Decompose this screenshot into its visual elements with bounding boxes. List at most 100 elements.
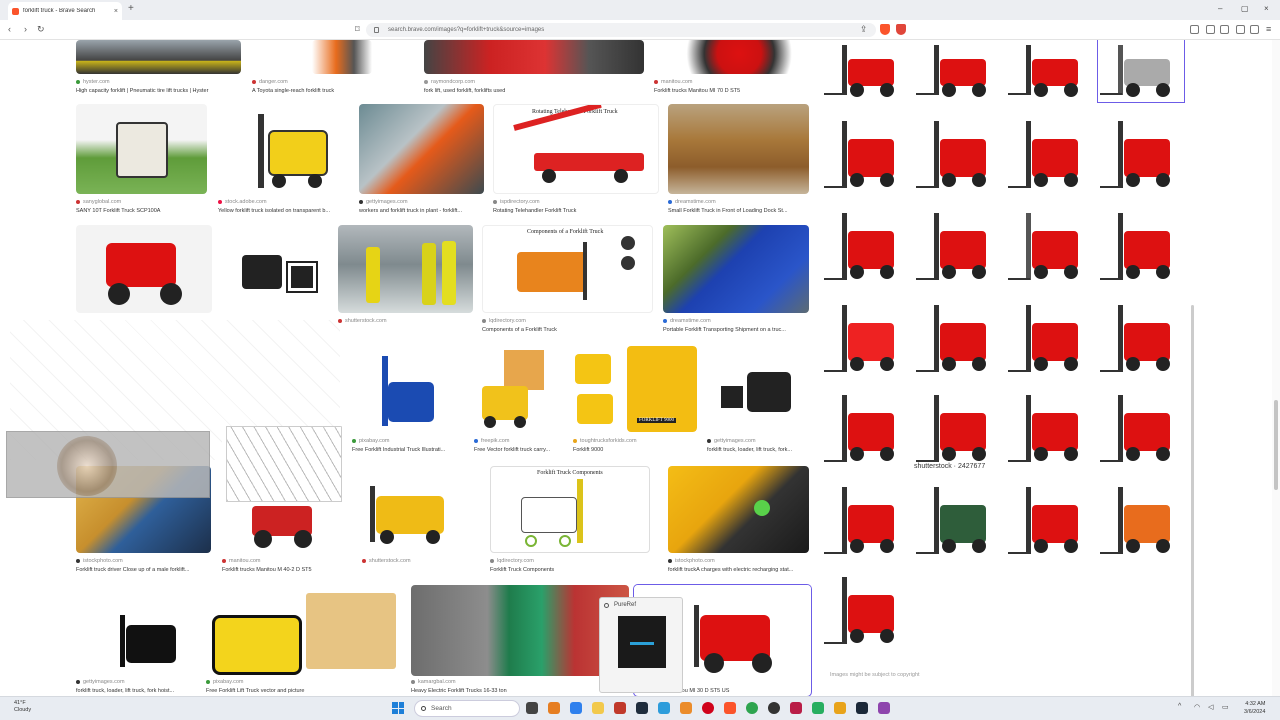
result-card[interactable]: manitou.com Forklift trucks Manitou M 40… <box>222 426 344 578</box>
result-card[interactable]: gettyimages.com workers and forklift tru… <box>359 104 484 220</box>
app-icon[interactable] <box>548 702 560 714</box>
panel-thumbnail[interactable] <box>822 40 908 102</box>
result-card[interactable]: stock.adobe.com Yellow forklift truck is… <box>218 104 346 220</box>
result-thumbnail[interactable]: Rotating Telehandler Forklift Truck <box>493 104 659 194</box>
weather-widget[interactable]: 41°F Cloudy <box>14 700 31 714</box>
result-card[interactable]: dreamstime.com Small Forklift Truck in F… <box>668 104 809 220</box>
result-card[interactable]: shutterstock.com <box>338 225 473 341</box>
video-overlay[interactable] <box>6 431 210 498</box>
result-card[interactable]: shutterstock.com <box>362 466 460 568</box>
result-card[interactable]: FORKLIFT 9000 toughtrucksforkids.com For… <box>573 346 697 456</box>
result-card[interactable]: kamargbal.com Heavy Electric Forklift Tr… <box>411 585 629 696</box>
result-thumbnail[interactable] <box>707 346 809 432</box>
result-thumbnail[interactable] <box>222 225 332 313</box>
result-thumbnail[interactable] <box>222 426 344 553</box>
vpn-icon[interactable] <box>1236 25 1245 34</box>
result-thumbnail[interactable] <box>76 225 212 313</box>
panel-thumbnail[interactable] <box>1098 388 1184 472</box>
result-thumbnail[interactable] <box>663 225 809 313</box>
opera-icon[interactable] <box>702 702 714 714</box>
result-thumbnail[interactable] <box>359 104 484 194</box>
result-card[interactable]: istockphoto.com forklift truckA charges … <box>668 466 809 578</box>
panel-thumbnail[interactable] <box>822 388 908 472</box>
tab-forklift[interactable]: forklift truck - Brave Search × <box>8 2 122 20</box>
panel-thumbnail[interactable] <box>914 480 1000 564</box>
result-card[interactable]: hyster.com High capacity forklift | Pneu… <box>76 40 241 98</box>
minimize-icon[interactable]: – <box>1218 4 1222 13</box>
new-tab-button[interactable]: + <box>128 3 134 14</box>
result-card[interactable]: pixabay.com Free Forklift Industrial Tru… <box>352 346 445 456</box>
panel-thumbnail[interactable] <box>914 206 1000 290</box>
result-card[interactable]: gettyimages.com forklift truck, loader, … <box>707 346 809 456</box>
bookmark-icon[interactable]: ⌑ <box>355 24 360 35</box>
result-card[interactable] <box>76 225 212 317</box>
forward-icon[interactable]: › <box>24 24 27 34</box>
page-scrollbar[interactable] <box>1272 40 1280 696</box>
brave-icon[interactable] <box>724 702 736 714</box>
result-thumbnail[interactable] <box>312 40 372 74</box>
panel-thumbnail[interactable] <box>914 40 1000 102</box>
chevron-up-icon[interactable]: ^ <box>1178 703 1181 710</box>
result-card[interactable]: sanyglobal.com SANY 10T Forklift Truck S… <box>76 104 207 220</box>
back-icon[interactable]: ‹ <box>8 24 11 34</box>
result-card[interactable]: manitou.com Forklift trucks Manitou MI 7… <box>654 40 809 98</box>
result-thumbnail[interactable] <box>76 104 207 194</box>
battery-icon[interactable]: ▭ <box>1222 703 1229 711</box>
panel-thumbnail[interactable] <box>1006 40 1092 102</box>
result-card[interactable]: gettyimages.com forklift truck, loader, … <box>76 585 198 696</box>
pureref-window[interactable]: PureRef <box>599 597 683 693</box>
url-field[interactable]: search.brave.com/images?q=forklift+truck… <box>366 23 876 37</box>
chrome-icon[interactable] <box>746 702 758 714</box>
result-card[interactable]: pixabay.com Free Forklift Lift Truck vec… <box>206 585 402 696</box>
panel-thumbnail[interactable] <box>1098 298 1184 382</box>
result-thumbnail[interactable] <box>206 585 402 676</box>
app-icon[interactable] <box>790 702 802 714</box>
panel-thumbnail[interactable] <box>1006 388 1092 472</box>
panel-thumbnail[interactable] <box>822 570 908 654</box>
panel-thumbnail[interactable] <box>822 114 908 198</box>
app-icon[interactable] <box>636 702 648 714</box>
sidebar-icon[interactable] <box>1206 25 1215 34</box>
task-view-icon[interactable] <box>526 702 538 714</box>
extensions-icon[interactable] <box>1190 25 1199 34</box>
result-thumbnail[interactable] <box>218 104 346 194</box>
panel-thumbnail[interactable] <box>822 480 908 564</box>
result-thumbnail[interactable] <box>411 585 629 676</box>
panel-thumbnail[interactable] <box>1098 480 1184 564</box>
panel-thumbnail[interactable] <box>1098 206 1184 290</box>
panel-thumbnail[interactable] <box>1006 206 1092 290</box>
result-thumbnail[interactable] <box>76 585 198 676</box>
volume-icon[interactable]: ◁ <box>1208 703 1213 711</box>
system-clock[interactable]: 4:32 AM 3/6/2024 <box>1244 700 1265 716</box>
result-card[interactable]: danger.com A Toyota single-reach forklif… <box>252 40 372 98</box>
result-thumbnail[interactable] <box>654 40 809 74</box>
start-icon[interactable] <box>392 702 404 714</box>
panel-thumbnail[interactable] <box>1006 298 1092 382</box>
result-card[interactable]: freepik.com Free Vector forklift truck c… <box>474 346 566 456</box>
result-card[interactable]: Forklift Truck Components lqdirectory.co… <box>490 466 650 578</box>
result-thumbnail[interactable] <box>424 40 644 74</box>
brave-shield-icon[interactable] <box>880 24 890 35</box>
app-icon[interactable] <box>768 702 780 714</box>
leo-icon[interactable] <box>1250 25 1259 34</box>
panel-thumbnail[interactable] <box>822 298 908 382</box>
result-card[interactable] <box>222 225 332 317</box>
result-card[interactable]: Rotating Telehandler Forklift Truck ispd… <box>493 104 659 220</box>
result-thumbnail[interactable]: Forklift Truck Components <box>490 466 650 553</box>
reload-icon[interactable]: ↻ <box>37 24 45 35</box>
app-icon[interactable] <box>812 702 824 714</box>
panel-scrollbar[interactable] <box>1190 85 1195 696</box>
result-thumbnail[interactable] <box>668 104 809 194</box>
close-window-icon[interactable]: × <box>1264 4 1269 13</box>
app-icon[interactable] <box>680 702 692 714</box>
panel-thumbnail[interactable] <box>1006 114 1092 198</box>
share-icon[interactable]: ⇪ <box>860 24 868 35</box>
menu-icon[interactable]: ≡ <box>1266 24 1271 34</box>
steam-icon[interactable] <box>856 702 868 714</box>
panel-thumbnail[interactable] <box>914 298 1000 382</box>
panel-thumbnail[interactable] <box>914 388 1000 472</box>
app-icon[interactable] <box>614 702 626 714</box>
result-card[interactable]: Components of a Forklift Truck lqdirecto… <box>482 225 653 341</box>
result-thumbnail[interactable] <box>76 40 241 74</box>
result-thumbnail[interactable]: Components of a Forklift Truck <box>482 225 653 313</box>
